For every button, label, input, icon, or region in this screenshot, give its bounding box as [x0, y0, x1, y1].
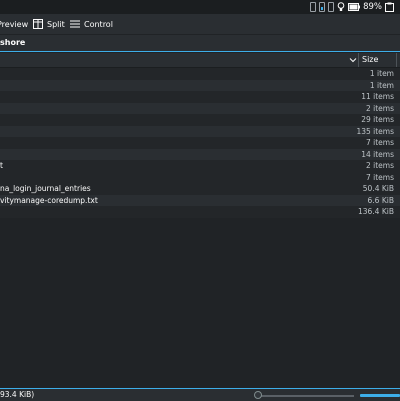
device-battery-active-icon[interactable] [319, 2, 326, 12]
chevron-down-icon[interactable] [349, 56, 357, 64]
file-size: 135 items [356, 126, 394, 136]
file-size: 6.6 KiB [367, 195, 394, 205]
split-view-icon [33, 19, 43, 29]
file-name: na_login_journal_entries [0, 184, 91, 193]
split-label: Split [47, 19, 65, 29]
table-row[interactable]: na_login_journal_entries 50.4 KiB [0, 183, 400, 195]
table-row[interactable]: 1 item [0, 68, 400, 80]
clipboard-icon[interactable] [385, 2, 394, 12]
file-size: 14 items [361, 149, 394, 159]
file-size: 50.4 KiB [362, 184, 394, 193]
file-size: 11 items [361, 92, 394, 101]
table-row[interactable]: 2 items [0, 102, 400, 114]
file-size: 1 item [369, 69, 394, 78]
status-text: 93.4 KiB) [0, 390, 35, 399]
split-button[interactable]: Split [33, 17, 65, 31]
device-battery-icon-2[interactable] [328, 2, 335, 12]
file-size: 2 items [365, 161, 394, 170]
lightbulb-icon[interactable] [337, 2, 345, 12]
preview-button[interactable]: Preview [0, 17, 28, 31]
file-name: t [0, 161, 3, 170]
table-row[interactable]: t 2 items [0, 160, 400, 172]
location-bar[interactable]: shore [0, 35, 400, 52]
toolbar: Preview Split Control [0, 14, 400, 34]
file-size: 1 item [369, 80, 394, 90]
file-size: 7 items [365, 172, 394, 182]
file-size: 29 items [361, 115, 394, 124]
system-tray: 89% [310, 1, 394, 13]
file-size: 2 items [365, 103, 394, 113]
column-divider[interactable] [358, 53, 359, 67]
hamburger-menu-icon [70, 20, 80, 28]
table-row[interactable]: 7 items [0, 137, 400, 149]
location-path[interactable]: shore [0, 38, 25, 47]
table-row[interactable]: 1 item [0, 79, 400, 91]
battery-icon[interactable] [348, 3, 361, 11]
table-row[interactable]: 135 items [0, 125, 400, 137]
table-row[interactable]: 14 items [0, 148, 400, 160]
file-name: vitymanage-coredump.txt [0, 195, 98, 205]
size-column-header[interactable]: Size [362, 55, 378, 64]
control-button[interactable]: Control [70, 17, 113, 31]
file-size: 136.4 KiB [357, 207, 394, 216]
free-space-bar[interactable] [360, 394, 400, 397]
table-row[interactable]: 7 items [0, 171, 400, 183]
device-battery-icon[interactable] [310, 2, 317, 12]
status-bar: 93.4 KiB) [0, 388, 400, 401]
zoom-slider-track[interactable] [258, 395, 354, 397]
column-divider-2[interactable] [396, 53, 397, 67]
file-list: 1 item 1 item 11 items 2 items 29 items … [0, 68, 400, 218]
table-row[interactable]: vitymanage-coredump.txt 6.6 KiB [0, 194, 400, 206]
system-top-bar: 89% [0, 0, 400, 14]
column-header: Size [0, 53, 400, 68]
zoom-slider-handle[interactable] [254, 391, 262, 399]
preview-label: Preview [0, 19, 29, 29]
control-label: Control [84, 19, 113, 29]
battery-percentage: 89% [363, 2, 382, 12]
table-row[interactable]: 29 items [0, 114, 400, 126]
table-row[interactable]: 11 items [0, 91, 400, 103]
file-size: 7 items [365, 138, 394, 147]
table-row[interactable]: 136.4 KiB [0, 206, 400, 218]
